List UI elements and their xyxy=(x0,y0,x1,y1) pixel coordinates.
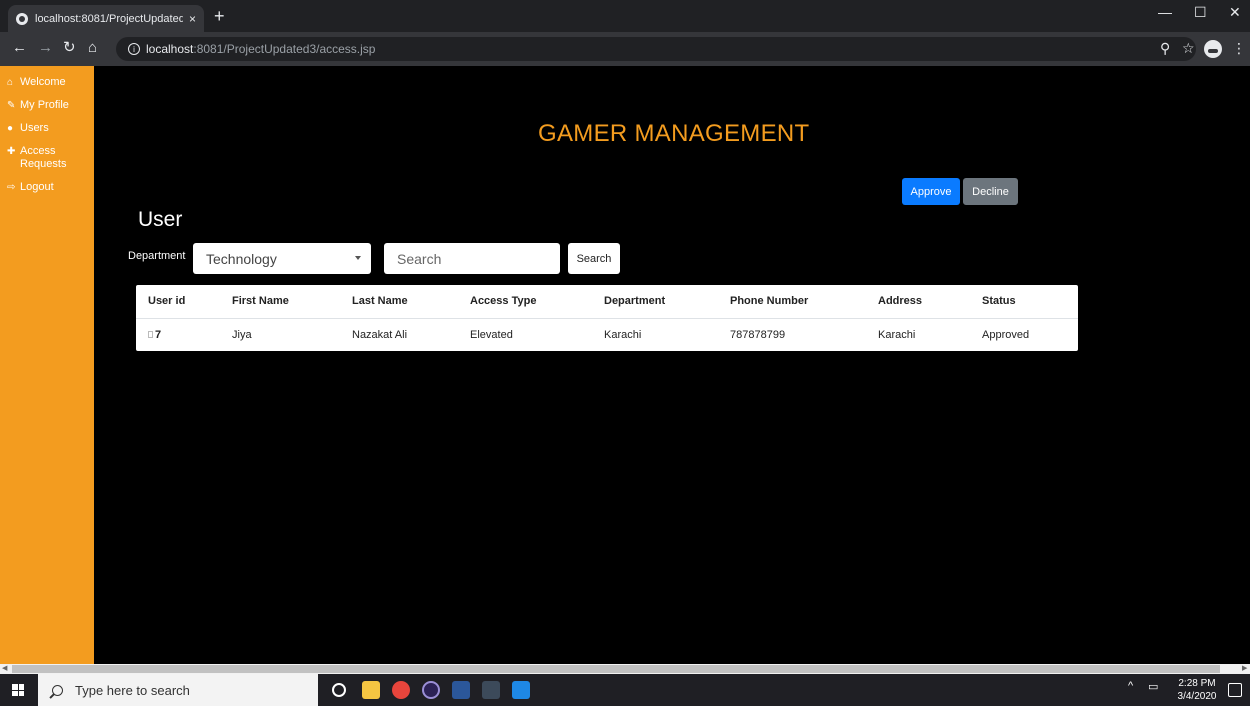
wps-icon[interactable] xyxy=(512,681,530,699)
approve-button[interactable]: Approve xyxy=(902,178,960,205)
address-bar-row: ← → ↻ ⌂ i localhost:8081/ProjectUpdated3… xyxy=(0,32,1250,66)
page-title: User xyxy=(138,208,183,231)
back-icon[interactable]: ← xyxy=(12,40,27,56)
scrollbar-thumb[interactable] xyxy=(12,665,1220,673)
column-header-address: Address xyxy=(866,285,970,319)
minimize-icon[interactable]: — xyxy=(1158,4,1172,20)
start-button[interactable] xyxy=(0,674,36,706)
sidebar-item-label: Access Requests xyxy=(20,145,67,170)
word-icon[interactable] xyxy=(452,681,470,699)
cell-user-id: 7 xyxy=(136,318,220,351)
tab-close-icon[interactable]: × xyxy=(189,12,196,26)
column-header-department: Department xyxy=(592,285,718,319)
page-viewport: ⌂ Welcome ✎ My Profile ● Users ✚ Access … xyxy=(0,66,1250,664)
scroll-right-icon[interactable]: ▶ xyxy=(1242,664,1247,674)
sidebar-item-label: Logout xyxy=(20,181,54,193)
logout-icon: ⇨ xyxy=(7,182,16,193)
sidebar-item-label: Welcome xyxy=(20,76,66,88)
reload-icon[interactable]: ↻ xyxy=(63,40,76,56)
taskbar: Type here to search ^ ▭ 2:28 PM 3/4/2020 xyxy=(0,674,1250,706)
cell-status: Approved xyxy=(982,328,1030,341)
row-checkbox-icon[interactable] xyxy=(148,331,153,339)
column-header-access-type: Access Type xyxy=(458,285,592,319)
cell-first-name: Jiya xyxy=(232,328,252,341)
cell-address: Karachi xyxy=(878,328,916,341)
clock-date: 3/4/2020 xyxy=(1177,691,1217,702)
search-button[interactable]: Search xyxy=(568,243,620,274)
column-header-status: Status xyxy=(970,285,1078,319)
address-bar[interactable]: i localhost:8081/ProjectUpdated3/access.… xyxy=(116,37,1196,61)
sidebar-item-welcome[interactable]: ⌂ Welcome xyxy=(0,76,94,89)
scroll-left-icon[interactable]: ◀ xyxy=(2,664,7,674)
column-header-first-name: First Name xyxy=(220,285,340,319)
user-id-value: 7 xyxy=(155,328,162,341)
cell-department: Karachi xyxy=(604,328,642,341)
search-input[interactable] xyxy=(384,243,560,274)
network-icon[interactable]: ▭ xyxy=(1148,680,1158,693)
search-icon xyxy=(52,684,63,696)
eclipse-icon[interactable] xyxy=(422,681,440,699)
cortana-icon[interactable] xyxy=(332,683,346,697)
horizontal-scrollbar[interactable]: ◀ ▶ xyxy=(0,664,1250,674)
taskbar-clock[interactable]: 2:28 PM 3/4/2020 xyxy=(1172,677,1222,703)
sidebar-item-label: My Profile xyxy=(20,99,69,111)
sidebar-item-my-profile[interactable]: ✎ My Profile xyxy=(0,99,94,112)
cell-phone-number: 787878799 xyxy=(730,328,786,341)
pencil-icon: ✎ xyxy=(7,100,16,111)
sidebar-item-access-requests[interactable]: ✚ Access Requests xyxy=(0,145,94,171)
sidebar-item-users[interactable]: ● Users xyxy=(0,122,94,135)
tray-expand-icon[interactable]: ^ xyxy=(1128,680,1133,692)
maximize-icon[interactable]: ☐ xyxy=(1194,4,1207,21)
home-browser-icon[interactable]: ⌂ xyxy=(88,40,97,56)
sidebar-item-label: Users xyxy=(20,122,49,134)
notification-icon[interactable] xyxy=(1228,683,1242,697)
file-explorer-icon[interactable] xyxy=(362,681,380,699)
department-select[interactable]: Technology xyxy=(193,243,371,274)
chrome-icon[interactable] xyxy=(392,681,410,699)
sidebar-item-logout[interactable]: ⇨ Logout xyxy=(0,181,94,194)
decline-button[interactable]: Decline xyxy=(963,178,1018,205)
table-row[interactable]: 7 Jiya Nazakat Ali Elevated Karachi 7878… xyxy=(136,318,1078,351)
windows-logo-icon xyxy=(12,684,24,696)
browser-menu-icon[interactable]: ⋮ xyxy=(1232,40,1246,57)
url-path: :8081/ProjectUpdated3/access.jsp xyxy=(193,42,376,56)
wrench-icon: ✚ xyxy=(7,146,16,157)
close-window-icon[interactable]: ✕ xyxy=(1229,4,1241,21)
user-icon: ● xyxy=(7,123,14,134)
globe-icon xyxy=(16,12,28,25)
sidebar: ⌂ Welcome ✎ My Profile ● Users ✚ Access … xyxy=(0,66,94,664)
department-label: Department xyxy=(128,250,186,262)
home-icon: ⌂ xyxy=(7,77,14,88)
table-header-row: User id First Name Last Name Access Type… xyxy=(136,285,1078,319)
new-tab-button[interactable]: + xyxy=(214,6,225,26)
taskbar-search[interactable]: Type here to search xyxy=(38,674,318,706)
bookmark-star-icon[interactable]: ☆ xyxy=(1182,40,1195,57)
clock-time: 2:28 PM xyxy=(1178,678,1216,689)
page-brand-title: GAMER MANAGEMENT xyxy=(538,120,810,147)
browser-tab-strip: localhost:8081/ProjectUpdated3/ × + — ☐ … xyxy=(0,0,1250,32)
browser-tab[interactable]: localhost:8081/ProjectUpdated3/ × xyxy=(8,5,204,32)
incognito-icon[interactable] xyxy=(1204,40,1222,58)
url-host: localhost xyxy=(146,42,194,56)
users-table: User id First Name Last Name Access Type… xyxy=(136,285,1078,351)
tab-title: localhost:8081/ProjectUpdated3/ xyxy=(35,12,183,25)
chevron-down-icon xyxy=(355,256,361,260)
column-header-phone-number: Phone Number xyxy=(718,285,866,319)
cell-last-name: Nazakat Ali xyxy=(352,328,408,341)
mysql-icon[interactable] xyxy=(482,681,500,699)
column-header-last-name: Last Name xyxy=(340,285,458,319)
forward-icon[interactable]: → xyxy=(38,40,53,56)
department-selected-value: Technology xyxy=(206,250,277,267)
site-info-icon[interactable]: i xyxy=(128,43,140,55)
taskbar-search-placeholder: Type here to search xyxy=(75,682,190,698)
column-header-user-id: User id xyxy=(136,285,220,319)
zoom-icon[interactable]: ⚲ xyxy=(1160,40,1170,57)
cell-access-type: Elevated xyxy=(470,328,513,341)
